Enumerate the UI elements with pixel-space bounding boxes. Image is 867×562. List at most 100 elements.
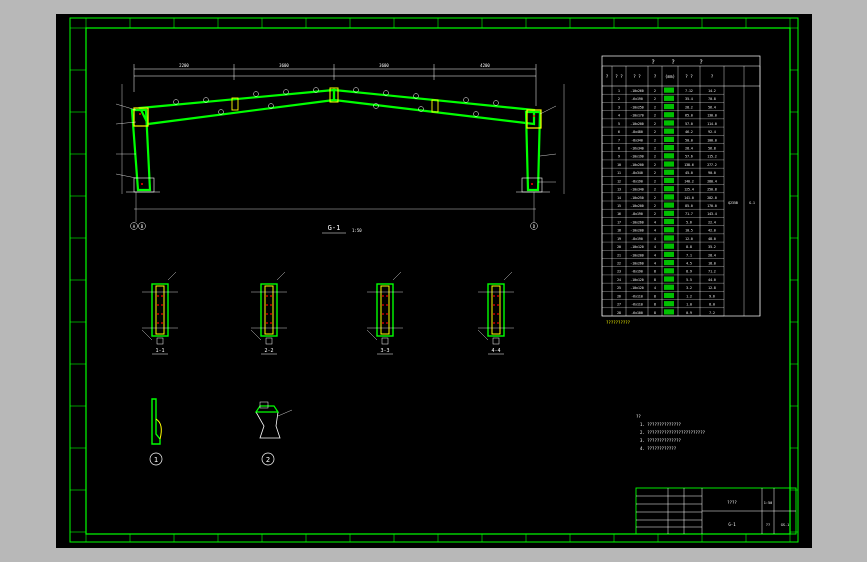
- material-swatch: [664, 103, 674, 110]
- table-row: 10 -10x200 2 138.6 277.2: [617, 161, 717, 167]
- table-cell: -10x200: [630, 163, 644, 167]
- table-row: 13 -10x340 2 125.4 250.8: [617, 186, 717, 192]
- table-cell: 35.2: [708, 245, 716, 249]
- table-cell: 3: [618, 105, 620, 109]
- table-cell: 10.5: [685, 229, 693, 233]
- table-row: 23 -8x190 8 8.9 71.2: [617, 268, 716, 274]
- table-cell: 3.2: [686, 286, 692, 290]
- table-cell: 2: [654, 89, 656, 93]
- axis-label-a: A: [133, 224, 136, 229]
- table-row: 12 -8x190 2 140.2 280.4: [617, 177, 717, 183]
- table-row: 8 -16x340 2 28.4 56.8: [618, 145, 716, 151]
- table-cell: 27: [617, 303, 621, 307]
- table-cell: 85.0: [685, 204, 693, 208]
- table-cell: 2: [654, 105, 656, 109]
- table-cell: -6x110: [631, 294, 643, 298]
- table-cell: -10x340: [630, 188, 644, 192]
- axis-label-b: B: [141, 224, 144, 229]
- table-header-5: (mm): [665, 74, 675, 79]
- table-cell: -8x190: [631, 270, 643, 274]
- table-cell: -8x480: [631, 130, 643, 134]
- material-swatch: [664, 169, 674, 175]
- table-cell: 28.4: [685, 147, 693, 151]
- table-cell: 90.0: [708, 171, 716, 175]
- table-cell: 71.7: [685, 212, 693, 216]
- table-cell: 92.4: [708, 130, 716, 134]
- table-cell: 8: [654, 270, 656, 274]
- table-cell: 8.9: [686, 270, 692, 274]
- view-title: G-1: [328, 224, 341, 232]
- table-row: 18 -10x200 4 10.5 42.0: [617, 227, 716, 233]
- table-row: 21 -10x200 4 7.1 28.4: [617, 251, 716, 257]
- table-top-2: ?: [671, 59, 675, 66]
- section-label-4: 4-4: [491, 348, 500, 354]
- section-label-3: 3-3: [380, 348, 389, 354]
- table-cell: 57.6: [685, 155, 693, 159]
- table-cell: 277.2: [707, 163, 717, 167]
- table-cell: 5.5: [686, 278, 692, 282]
- table-cell: 17: [617, 220, 621, 224]
- table-cell: 35.4: [685, 97, 693, 101]
- material-swatch: [664, 202, 674, 208]
- material-swatch: [664, 268, 674, 274]
- material-swatch: [664, 243, 674, 249]
- table-cell: -10x260: [630, 89, 644, 93]
- title-sheet: ??: [766, 523, 770, 527]
- material-swatch: [664, 120, 674, 126]
- table-cell: -8x340: [631, 171, 643, 175]
- table-cell: 4: [654, 220, 656, 224]
- table-row: 20 -10x120 4 8.8 35.2: [617, 243, 716, 249]
- table-header-6: ? ?: [685, 74, 693, 79]
- material-swatch: [664, 194, 674, 200]
- table-cell: 4: [618, 114, 620, 118]
- table-header-3: ? ?: [633, 74, 641, 79]
- table-row: 3 -10x250 2 28.2 56.4: [618, 103, 716, 110]
- table-cell: -10x120: [630, 286, 644, 290]
- table-cell: -6x100: [631, 311, 643, 315]
- table-group-label: Q235B: [728, 201, 738, 205]
- table-row: 22 -10x260 4 4.5 18.0: [617, 260, 716, 266]
- table-cell: 28.4: [708, 253, 716, 257]
- table-cell: 57.0: [685, 122, 693, 126]
- table-cell: 4.5: [686, 262, 692, 266]
- table-row: 2 -6x190 2 35.4 70.8: [618, 95, 716, 101]
- table-cell: -10x200: [630, 122, 644, 126]
- dim-text-1: 2200: [179, 63, 189, 68]
- table-row: 4 -10x170 2 65.0 130.0: [618, 112, 717, 118]
- note-line-4: 4. ????????????: [640, 446, 677, 451]
- table-cell: 7.12: [685, 89, 693, 93]
- table-cell: 56.4: [708, 105, 716, 109]
- table-cell: 2: [654, 138, 656, 142]
- table-cell: 115.2: [707, 155, 717, 159]
- table-cell: 4: [654, 237, 656, 241]
- dim-text-2: 3600: [279, 63, 289, 68]
- table-cell: 141.0: [684, 196, 694, 200]
- table-cell: 1: [618, 89, 620, 93]
- material-swatch: [664, 128, 674, 134]
- section-1: 1-1: [141, 271, 178, 355]
- table-cell: 19: [617, 237, 621, 241]
- table-cell: -10x120: [630, 245, 644, 249]
- table-row: 24 -10x120 8 5.5 44.0: [617, 276, 716, 282]
- table-cell: 2: [654, 188, 656, 192]
- table-cell: 2: [654, 155, 656, 159]
- cad-viewport[interactable]: 2200 3600 3600 4200 A B D G-1 1:50 1-1 2…: [0, 0, 867, 562]
- table-cell: 2: [654, 196, 656, 200]
- table-cell: -16x340: [630, 147, 644, 151]
- material-swatch: [664, 284, 674, 290]
- table-row: 25 -10x120 4 3.2 12.8: [617, 284, 716, 290]
- table-cell: -10x250: [630, 105, 644, 109]
- material-swatch: [664, 251, 674, 257]
- table-cell: 22: [617, 262, 621, 266]
- notes-heading: ??: [636, 414, 641, 419]
- table-cell: -6x110: [631, 303, 643, 307]
- table-cell: 45.0: [685, 171, 693, 175]
- table-cell: -10x200: [630, 253, 644, 257]
- drawing-canvas[interactable]: 2200 3600 3600 4200 A B D G-1 1:50 1-1 2…: [56, 14, 812, 548]
- table-cell: 9: [618, 155, 620, 159]
- table-cell: 2: [654, 204, 656, 208]
- table-row: 28 -6x100 8 0.9 7.2: [617, 309, 715, 315]
- table-cell: 23: [617, 270, 621, 274]
- table-cell: 100.0: [707, 138, 717, 142]
- section-label-2: 2-2: [264, 348, 273, 354]
